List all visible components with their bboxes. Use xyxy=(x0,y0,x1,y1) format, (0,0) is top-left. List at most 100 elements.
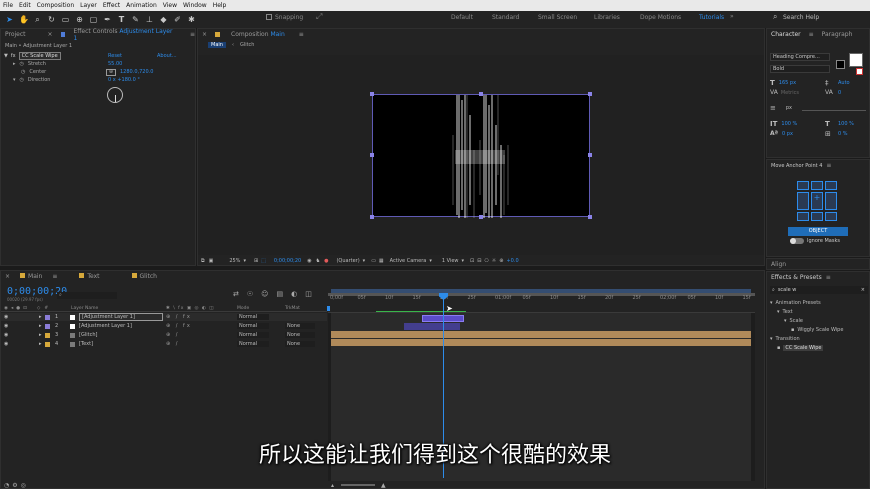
resolution-dropdown[interactable]: (Quarter) xyxy=(336,258,359,264)
effects-tree-item[interactable]: ▾ Transition xyxy=(770,334,868,343)
workspace-dope-motions[interactable]: Dope Motions xyxy=(640,14,681,21)
effect-reset-link[interactable]: Reset xyxy=(108,53,122,59)
close-icon[interactable]: × xyxy=(5,273,10,280)
layer-trkmat-dropdown[interactable]: None xyxy=(285,332,315,338)
label-color-icon[interactable] xyxy=(45,314,50,320)
anchor-middle-left-button[interactable] xyxy=(797,191,809,211)
menu-item-animation[interactable]: Animation xyxy=(126,2,157,9)
rotate-tool-icon[interactable]: ↻ xyxy=(47,15,56,24)
layer-row[interactable]: ◉ ▸ 2 [Adjustment Layer 1] ⊕ / fx Normal None xyxy=(1,322,327,330)
eye-icon[interactable]: ◉ xyxy=(4,332,8,338)
layer-handle[interactable] xyxy=(370,92,374,96)
mode-header[interactable]: Mode xyxy=(237,306,249,311)
resolution-icon[interactable]: ⊞ xyxy=(254,258,258,264)
panel-menu-icon[interactable]: ≡ xyxy=(299,31,304,38)
close-icon[interactable]: × xyxy=(202,31,207,38)
render-time-icon[interactable]: ◔ xyxy=(4,482,9,489)
menu-item-window[interactable]: Window xyxy=(183,2,207,9)
motion-blur-icon[interactable]: ◐ xyxy=(291,290,297,298)
exposure-icon[interactable]: ⊕ xyxy=(499,258,503,264)
zoom-in-icon[interactable]: ▲ xyxy=(381,482,386,489)
tab-project[interactable]: Project xyxy=(5,31,26,38)
comp-marker-icon[interactable] xyxy=(327,306,330,311)
layer-switches[interactable]: ⊕ / fx xyxy=(166,314,192,320)
snapshot-icon[interactable]: ◉ xyxy=(307,258,311,264)
expand-layer-icon[interactable]: ▸ xyxy=(39,341,42,347)
param-stretch-value[interactable]: 55.00 xyxy=(108,61,122,67)
pen-tool-icon[interactable]: ✒ xyxy=(103,15,112,24)
show-snapshot-icon[interactable]: ♞ xyxy=(316,258,320,264)
layer-handle[interactable] xyxy=(479,92,483,96)
panel-menu-icon[interactable]: ≡ xyxy=(826,162,831,169)
layer-switches[interactable]: ⊕ / xyxy=(166,341,179,347)
param-expand-icon[interactable]: ▸ xyxy=(13,61,16,67)
chevron-down-icon[interactable]: ▾ xyxy=(243,258,246,264)
layer-name[interactable]: [Glitch] xyxy=(79,332,97,338)
layer-switches[interactable]: ⊕ / fx xyxy=(166,323,192,329)
tab-effect-controls[interactable]: Effect Controls Adjustment Layer 1 xyxy=(73,28,176,42)
stroke-type-dropdown[interactable] xyxy=(802,105,866,111)
effects-search[interactable]: ⌕ scale w × xyxy=(770,286,868,294)
stopwatch-icon[interactable]: ◷ xyxy=(20,77,24,83)
effects-search-input[interactable]: scale w xyxy=(778,287,797,293)
stroke-color-swatch[interactable] xyxy=(836,60,845,69)
vertical-scale-value[interactable]: 100 % xyxy=(781,121,797,127)
layer-handle[interactable] xyxy=(588,153,592,157)
track-bar-layer-2[interactable] xyxy=(404,323,460,330)
pan-behind-tool-icon[interactable]: ⊕ xyxy=(75,15,84,24)
param-center-value[interactable]: 1280.0,720.0 xyxy=(120,69,153,75)
stopwatch-icon[interactable]: ◷ xyxy=(21,69,25,75)
effects-tree-item[interactable]: ▾ Scale xyxy=(770,316,868,325)
anchor-center-button[interactable]: + xyxy=(811,191,823,211)
workspace-libraries[interactable]: Libraries xyxy=(594,14,620,21)
layer-trkmat-dropdown[interactable]: None xyxy=(285,341,315,347)
menu-item-edit[interactable]: Edit xyxy=(19,2,31,9)
flow-item-glitch[interactable]: Glitch xyxy=(240,42,255,48)
workspace-tutorials[interactable]: Tutorials xyxy=(699,14,724,21)
selection-tool-icon[interactable]: ➤ xyxy=(5,15,14,24)
stopwatch-icon[interactable]: ◷ xyxy=(20,61,24,67)
search-icon[interactable]: ⌕ xyxy=(773,12,777,22)
tab-character[interactable]: Character xyxy=(771,31,801,38)
tab-paragraph[interactable]: Paragraph xyxy=(822,31,853,38)
flowchart-icon[interactable]: ⎔ xyxy=(484,258,488,264)
region-icon[interactable]: ▣ xyxy=(209,258,214,264)
layer-name[interactable]: [Adjustment Layer 1] xyxy=(79,313,163,321)
anchor-top-center-button[interactable] xyxy=(811,181,823,190)
direction-dial[interactable] xyxy=(107,87,123,103)
crosshair-icon[interactable]: ⊕ xyxy=(106,68,116,76)
anchor-middle-right-button[interactable] xyxy=(825,191,837,211)
tab-main[interactable]: Main xyxy=(20,273,42,280)
timeline-search[interactable]: ⌕ xyxy=(57,292,117,299)
menu-item-file[interactable]: File xyxy=(3,2,13,9)
horizontal-scale-value[interactable]: 100 % xyxy=(838,121,854,127)
flow-item-main[interactable]: Main xyxy=(208,42,226,48)
viewer-timecode[interactable]: 0;00;00;20 xyxy=(274,258,301,264)
layer-handle[interactable] xyxy=(479,215,483,219)
param-collapse-icon[interactable]: ▾ xyxy=(13,77,16,83)
snapping-options-icon[interactable]: ⤢ xyxy=(316,12,322,22)
fast-preview-icon[interactable]: ⊡ xyxy=(470,258,474,264)
fill-color-swatch[interactable] xyxy=(849,53,863,67)
workspace-standard[interactable]: Standard xyxy=(492,14,519,21)
layer-trkmat-dropdown[interactable]: None xyxy=(285,323,315,329)
camera-tool-icon[interactable]: ▭ xyxy=(61,15,70,24)
camera-dropdown[interactable]: Active Camera xyxy=(390,258,427,264)
eye-icon[interactable]: ◉ xyxy=(4,306,8,311)
zoom-tool-icon[interactable]: ⌕ xyxy=(33,15,42,24)
puppet-tool-icon[interactable]: ✱ xyxy=(187,15,196,24)
stroke-unit[interactable]: px xyxy=(786,105,792,111)
menu-item-effect[interactable]: Effect xyxy=(103,2,120,9)
view-dropdown[interactable]: 1 View xyxy=(442,258,459,264)
workspace-menu-icon[interactable]: » xyxy=(730,13,734,20)
layer-name[interactable]: [Text] xyxy=(79,341,93,347)
eye-icon[interactable]: ◉ xyxy=(4,341,8,347)
audio-icon[interactable]: ◂ xyxy=(11,306,13,311)
align-title[interactable]: Align xyxy=(771,261,786,268)
roi-icon[interactable]: ▭ xyxy=(371,258,376,264)
snapping-checkbox[interactable] xyxy=(266,14,272,20)
tracking-value[interactable]: 0 xyxy=(838,90,841,96)
label-color-icon[interactable] xyxy=(45,341,50,347)
expand-layer-icon[interactable]: ▸ xyxy=(39,314,42,320)
label-icon[interactable]: ◇ xyxy=(37,306,40,311)
